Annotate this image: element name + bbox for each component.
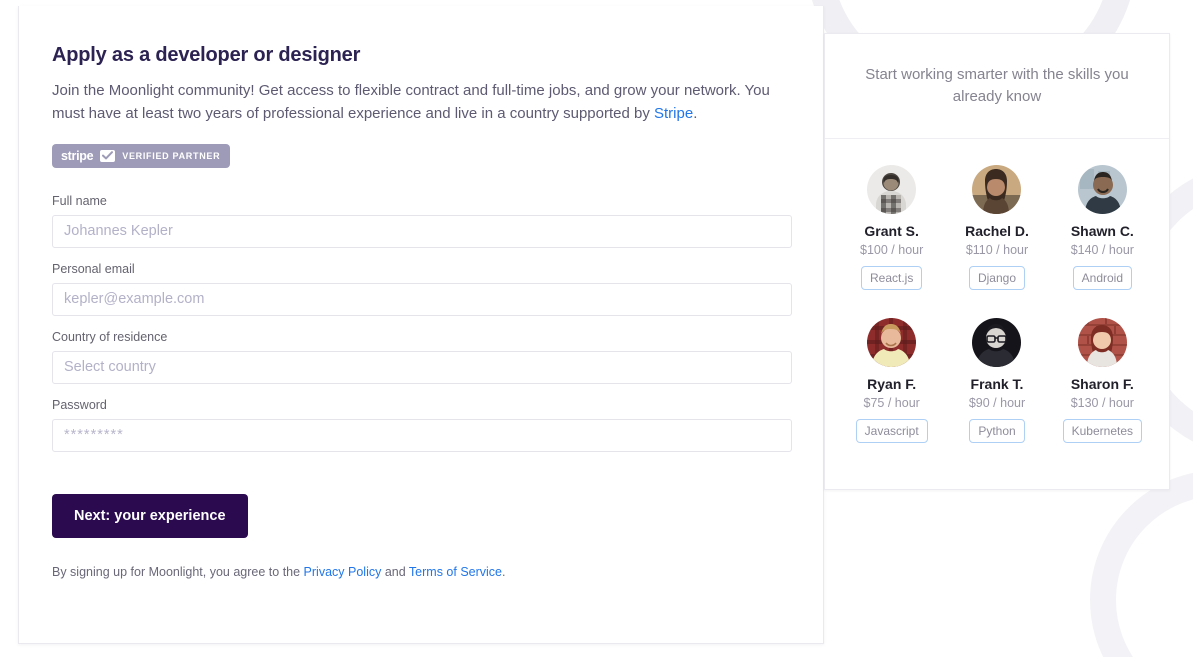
avatar-ryan [867, 318, 917, 367]
talent-skill-tag[interactable]: Javascript [855, 419, 928, 443]
privacy-policy-link[interactable]: Privacy Policy [304, 565, 382, 579]
personal-email-label: Personal email [52, 261, 135, 276]
talent-rate: $140 / hour [1070, 243, 1134, 257]
decorative-arc [1090, 470, 1193, 657]
stripe-link[interactable]: Stripe [654, 105, 693, 122]
page-title: Apply as a developer or designer [52, 44, 361, 66]
talent-card-item[interactable]: Grant S. $100 / hour React.js [839, 165, 944, 290]
full-name-label: Full name [52, 193, 107, 208]
legal-prefix: By signing up for Moonlight, you agree t… [52, 564, 304, 579]
talent-rate: $130 / hour [1070, 396, 1134, 410]
talent-skill-tag[interactable]: Kubernetes [1062, 419, 1143, 443]
legal-middle: and [381, 564, 409, 579]
verified-partner-label: VERIFIED PARTNER [122, 150, 221, 161]
talent-skill-tag[interactable]: Android [1072, 266, 1133, 290]
talent-grid: Grant S. $100 / hour React.js Rachel D. … [825, 139, 1169, 443]
talent-card-item[interactable]: Ryan F. $75 / hour Javascript [839, 318, 944, 443]
avatar-rachel [972, 165, 1022, 214]
talent-showcase-card: Start working smarter with the skills yo… [824, 33, 1170, 490]
password-input[interactable] [52, 418, 792, 452]
full-name-input[interactable] [52, 214, 792, 248]
talent-rate: $75 / hour [863, 396, 920, 410]
password-label: Password [52, 397, 107, 412]
talent-rate: $100 / hour [860, 243, 924, 257]
personal-email-input[interactable] [52, 282, 792, 316]
talent-name: Rachel D. [965, 223, 1029, 239]
application-form-card: Apply as a developer or designer Join th… [18, 6, 824, 644]
talent-name: Ryan F. [867, 376, 917, 392]
intro-text-part2: . [693, 104, 698, 122]
terms-of-service-link[interactable]: Terms of Service [409, 565, 502, 579]
avatar-sharon [1077, 318, 1127, 367]
talent-skill-tag[interactable]: Django [968, 266, 1025, 290]
legal-suffix: . [502, 564, 506, 579]
intro-paragraph: Join the Moonlight community! Get access… [52, 80, 791, 126]
talent-panel-heading: Start working smarter with the skills yo… [865, 65, 1129, 106]
talent-name: Sharon F. [1070, 376, 1134, 392]
field-country: Country of residence [52, 329, 792, 384]
next-your-experience-button[interactable]: Next: your experience [52, 493, 248, 538]
field-password: Password [52, 397, 792, 452]
country-select[interactable] [52, 350, 792, 384]
field-full-name: Full name [52, 193, 792, 248]
talent-card-item[interactable]: Rachel D. $110 / hour Django [944, 165, 1049, 290]
talent-card-item[interactable]: Shawn C. $140 / hour Android [1050, 165, 1155, 290]
talent-card-item[interactable]: Frank T. $90 / hour Python [944, 318, 1049, 443]
talent-rate: $110 / hour [965, 243, 1029, 257]
stripe-verified-partner-badge: stripe VERIFIED PARTNER [52, 143, 231, 168]
field-personal-email: Personal email [52, 261, 792, 316]
talent-panel-header: Start working smarter with the skills yo… [825, 34, 1169, 139]
avatar-frank [972, 318, 1022, 367]
talent-card-item[interactable]: Sharon F. $130 / hour Kubernetes [1050, 318, 1155, 443]
talent-rate: $90 / hour [968, 396, 1026, 410]
talent-name: Frank T. [970, 376, 1024, 392]
stripe-wordmark: stripe [61, 148, 94, 163]
talent-skill-tag[interactable]: React.js [860, 266, 923, 290]
avatar-grant [867, 165, 917, 214]
country-label: Country of residence [52, 329, 168, 344]
check-icon [100, 149, 116, 162]
talent-skill-tag[interactable]: Python [969, 419, 1025, 443]
talent-name: Grant S. [864, 223, 919, 239]
legal-text: By signing up for Moonlight, you agree t… [52, 565, 791, 579]
avatar-shawn [1077, 165, 1127, 214]
talent-name: Shawn C. [1070, 223, 1134, 239]
